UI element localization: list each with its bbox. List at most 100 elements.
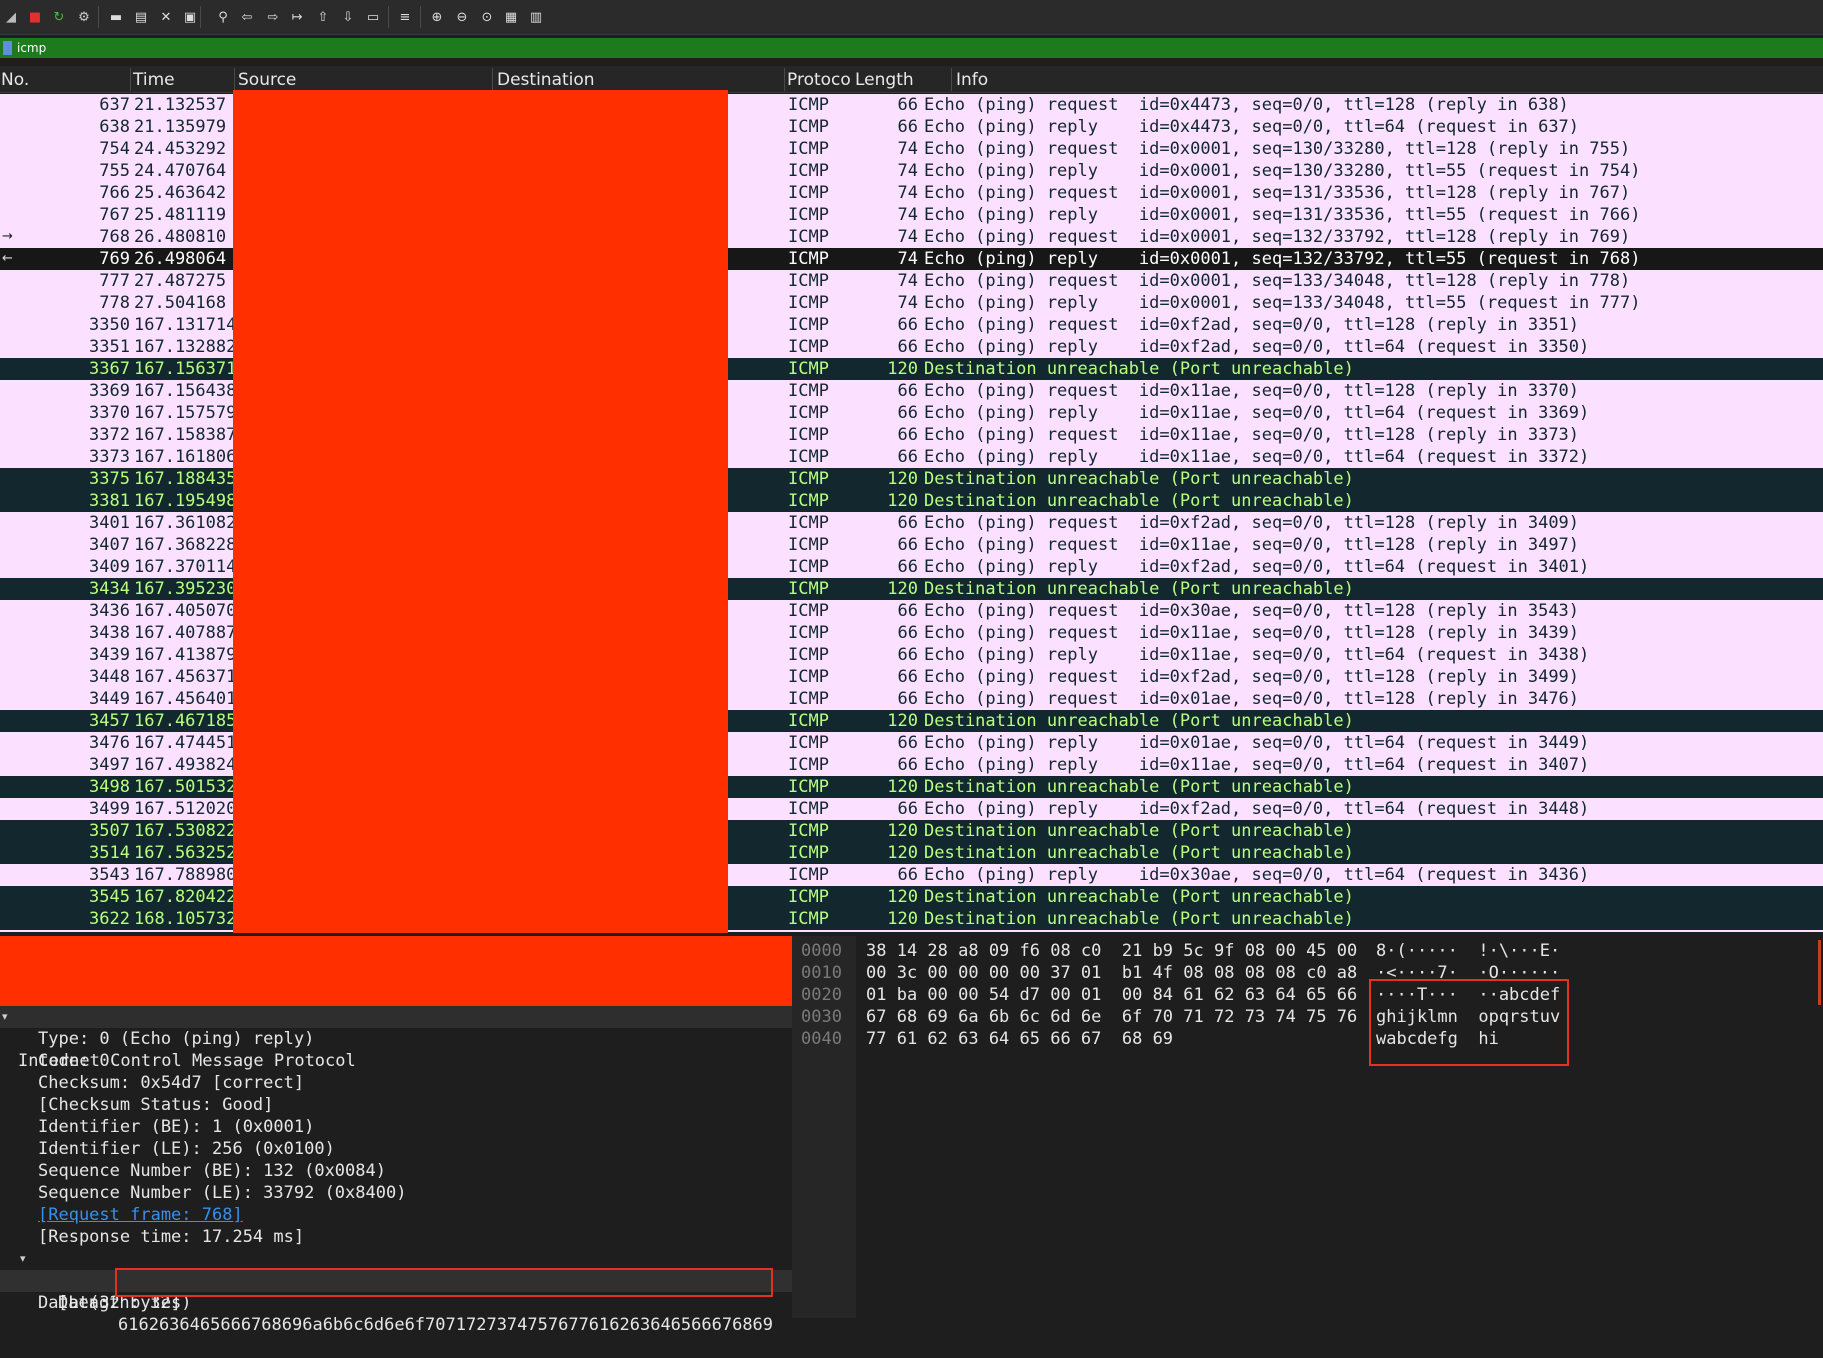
tree-item-request-frame[interactable]: [Request frame: 768] [0,1204,792,1226]
column-header-destination[interactable]: Destination [497,70,595,90]
open-file-icon[interactable]: ▬ [107,8,125,26]
packet-info: Destination unreachable (Port unreachabl… [924,821,1354,841]
main-toolbar: ◢ ■ ↻ ⚙ ▬ ▤ ✕ ▣ ⚲ ⇦ ⇨ ↦ ⇧ ⇩ ▭ ≡ ⊕ ⊖ ⊙ ▦ ▥ [0,0,1823,35]
packet-number: 3436 [89,601,130,621]
packet-number: 3407 [89,535,130,555]
packet-time: 167.131714 [134,315,237,335]
column-divider[interactable] [234,68,235,91]
tree-item-sequence-le[interactable]: Sequence Number (LE): 33792 (0x8400) [0,1182,792,1204]
packet-length: 120 [887,579,918,599]
shark-fin-icon[interactable]: ◢ [2,8,20,26]
restart-capture-icon[interactable]: ↻ [50,8,68,26]
column-header-time[interactable]: Time [133,70,175,90]
packet-time: 167.413879 [134,645,237,665]
capture-options-icon[interactable]: ⚙ [75,8,93,26]
packet-protocol: ICMP [788,711,829,731]
packet-length: 74 [897,139,918,159]
resize-columns-icon[interactable]: ▦ [502,8,520,26]
scroll-indicator [1818,940,1821,1005]
redaction-block [0,936,792,1006]
go-back-icon[interactable]: ⇦ [238,8,256,26]
go-last-icon[interactable]: ⇩ [339,8,357,26]
packet-time: 167.563252 [134,843,237,863]
collapse-triangle-icon[interactable]: ▾ [2,1006,8,1028]
packet-time: 21.132537 [134,95,227,115]
tree-item-code[interactable]: Code: 0 [0,1050,792,1072]
packet-length: 120 [887,491,918,511]
column-header-length[interactable]: Length [855,70,914,90]
packet-length: 120 [887,359,918,379]
packet-number: 3375 [89,469,130,489]
packet-info: Destination unreachable (Port unreachabl… [924,777,1354,797]
tree-item-checksum[interactable]: Checksum: 0x54d7 [correct] [0,1072,792,1094]
packet-protocol: ICMP [788,161,829,181]
packet-protocol: ICMP [788,183,829,203]
autoscroll-icon[interactable]: ▭ [364,8,382,26]
packet-length: 66 [897,667,918,687]
packet-info: Echo (ping) reply id=0x0001, seq=130/332… [924,161,1641,181]
packet-number: 638 [99,117,130,137]
packet-length: 66 [897,403,918,423]
find-packet-icon[interactable]: ⚲ [214,8,232,26]
packet-length: 66 [897,689,918,709]
tree-item-data[interactable]: ▾ Data (32 bytes) [0,1248,792,1313]
packet-length: 120 [887,711,918,731]
filter-bookmark-icon[interactable] [3,41,12,55]
packet-length: 66 [897,865,918,885]
packet-protocol: ICMP [788,227,829,247]
packet-time: 167.161806 [134,447,237,467]
tree-item-icmp[interactable]: ▾ Internet Control Message Protocol [0,1006,792,1071]
packet-number: 3449 [89,689,130,709]
packet-info: Echo (ping) reply id=0x30ae, seq=0/0, tt… [924,865,1590,885]
reload-file-icon[interactable]: ▣ [181,8,199,26]
zoom-in-icon[interactable]: ⊕ [428,8,446,26]
packet-number: 3499 [89,799,130,819]
column-divider[interactable] [492,68,493,91]
packet-info: Echo (ping) reply id=0xf2ad, seq=0/0, tt… [924,337,1590,357]
packet-protocol: ICMP [788,271,829,291]
column-header-no[interactable]: No. [1,70,29,90]
tree-item-type[interactable]: Type: 0 (Echo (ping) reply) [0,1028,792,1050]
zoom-normal-icon[interactable]: ⊙ [478,8,496,26]
packet-protocol: ICMP [788,799,829,819]
tree-item-label: Identifier (BE): 1 (0x0001) [38,1117,315,1137]
save-file-icon[interactable]: ▤ [132,8,150,26]
collapse-triangle-icon[interactable]: ▾ [20,1248,26,1270]
packet-protocol: ICMP [788,535,829,555]
zoom-out-icon[interactable]: ⊖ [453,8,471,26]
packet-length: 66 [897,381,918,401]
packet-protocol: ICMP [788,843,829,863]
packet-length: 66 [897,645,918,665]
hex-bytes: 00 3c 00 00 00 00 37 01 b1 4f 08 08 08 0… [866,963,1358,983]
tree-item-sequence-be[interactable]: Sequence Number (BE): 132 (0x0084) [0,1160,792,1182]
packet-number: 3476 [89,733,130,753]
packet-time: 24.470764 [134,161,227,181]
go-to-packet-icon[interactable]: ↦ [288,8,306,26]
hex-offset: 0040 [801,1029,842,1049]
column-divider[interactable] [130,68,131,91]
go-forward-icon[interactable]: ⇨ [264,8,282,26]
column-header-source[interactable]: Source [238,70,296,90]
packet-info: Echo (ping) reply id=0x01ae, seq=0/0, tt… [924,733,1590,753]
go-first-icon[interactable]: ⇧ [314,8,332,26]
tree-item-response-time[interactable]: [Response time: 17.254 ms] [0,1226,792,1248]
close-file-icon[interactable]: ✕ [157,8,175,26]
column-header-protocol[interactable]: Protoco [787,70,851,90]
tree-item-identifier-be[interactable]: Identifier (BE): 1 (0x0001) [0,1116,792,1138]
column-header-info[interactable]: Info [956,70,988,90]
display-filter-input[interactable] [17,39,1817,57]
packet-info: Destination unreachable (Port unreachabl… [924,491,1354,511]
tree-item-label: [Checksum Status: Good] [38,1095,274,1115]
packet-number: 778 [99,293,130,313]
column-divider[interactable] [784,68,785,91]
packet-info: Echo (ping) request id=0x0001, seq=132/3… [924,227,1631,247]
column-divider[interactable] [951,68,952,91]
tree-item-checksum-status[interactable]: [Checksum Status: Good] [0,1094,792,1116]
stop-capture-icon[interactable]: ■ [26,8,44,26]
request-frame-link[interactable]: [Request frame: 768] [38,1204,243,1226]
layout-icon[interactable]: ▥ [527,8,545,26]
tree-item-identifier-le[interactable]: Identifier (LE): 256 (0x0100) [0,1138,792,1160]
packet-protocol: ICMP [788,469,829,489]
packet-info: Echo (ping) reply id=0x11ae, seq=0/0, tt… [924,755,1590,775]
colorize-icon[interactable]: ≡ [396,8,414,26]
